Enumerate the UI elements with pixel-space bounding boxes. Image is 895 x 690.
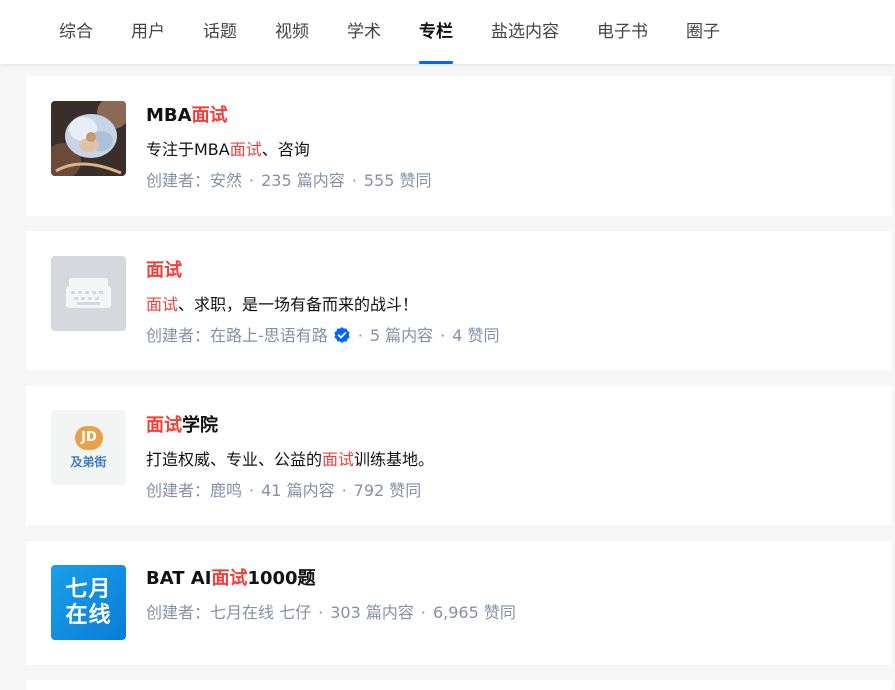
meta-separator: · bbox=[318, 603, 324, 622]
column-meta: 创建者：七月在线 七仔 · 303 篇内容 · 6,965 赞同 bbox=[146, 601, 872, 625]
description-text: 训练基地。 bbox=[354, 450, 435, 469]
column-title[interactable]: 面试学院 bbox=[146, 413, 872, 439]
tab-list: 综合 用户 话题 视频 学术 专栏 盐选内容 电子书 圈子 bbox=[0, 0, 895, 64]
title-text: 1000题 bbox=[247, 568, 316, 589]
like-count: 4 赞同 bbox=[452, 326, 500, 345]
column-title[interactable]: MBA面试 bbox=[146, 103, 872, 129]
article-count: 41 篇内容 bbox=[261, 481, 335, 500]
creator-name[interactable]: 安然 bbox=[210, 171, 242, 190]
tab-3[interactable]: 视频 bbox=[275, 0, 309, 64]
creator-label: 创建者： bbox=[146, 481, 211, 500]
description-text: 、咨询 bbox=[261, 140, 310, 159]
highlight-keyword: 面试 bbox=[146, 260, 182, 281]
qiyue-logo-icon: 七月 在线 bbox=[51, 565, 126, 640]
column-description: 打造权威、专业、公益的面试训练基地。 bbox=[146, 448, 872, 472]
column-card[interactable]: 面试 面试、求职，是一场有备而来的战斗！ 创建者：在路上-思语有路 · 5 篇内容 · 4 … bbox=[26, 231, 892, 370]
column-card[interactable]: JD 及弟街 面试学院 打造权威、专业、公益的面试训练基地。 创建者：鹿鸣 · 41 篇内容… bbox=[26, 386, 892, 525]
column-meta: 创建者：鹿鸣 · 41 篇内容 · 792 赞同 bbox=[146, 479, 872, 503]
highlight-keyword: 面试 bbox=[229, 140, 262, 159]
column-thumbnail[interactable] bbox=[51, 101, 126, 176]
title-text: 学院 bbox=[182, 415, 218, 436]
tab-2[interactable]: 话题 bbox=[203, 0, 237, 64]
column-description: 面试、求职，是一场有备而来的战斗！ bbox=[146, 293, 872, 317]
jidi-logo-icon: JD 及弟街 bbox=[51, 410, 126, 485]
highlight-keyword: 面试 bbox=[146, 415, 182, 436]
column-meta: 创建者：在路上-思语有路 · 5 篇内容 · 4 赞同 bbox=[146, 324, 872, 351]
meta-separator: · bbox=[351, 171, 357, 190]
column-thumbnail[interactable] bbox=[51, 256, 126, 331]
tab-6[interactable]: 盐选内容 bbox=[491, 0, 559, 64]
jidi-logo-mark: JD bbox=[75, 426, 103, 450]
column-info: BAT AI面试1000题创建者：七月在线 七仔 · 303 篇内容 · 6,965 赞… bbox=[146, 566, 872, 625]
column-card-partial[interactable] bbox=[26, 680, 892, 690]
creator-name[interactable]: 七月在线 七仔 bbox=[210, 603, 311, 622]
column-description: 专注于MBA面试、咨询 bbox=[146, 138, 872, 162]
column-info: 面试学院 打造权威、专业、公益的面试训练基地。 创建者：鹿鸣 · 41 篇内容 · 792 … bbox=[146, 413, 872, 503]
column-info: MBA面试 专注于MBA面试、咨询 创建者：安然 · 235 篇内容 · 555 赞同 bbox=[146, 103, 872, 193]
flower-photo-icon bbox=[51, 101, 126, 176]
qiyue-logo-line: 在线 bbox=[65, 602, 112, 628]
description-text: 专注于MBA bbox=[146, 140, 230, 159]
description-text: 、求职，是一场有备而来的战斗！ bbox=[178, 295, 419, 314]
tab-5[interactable]: 专栏 bbox=[419, 0, 453, 64]
like-count: 792 赞同 bbox=[353, 481, 422, 500]
like-count: 6,965 赞同 bbox=[432, 603, 516, 622]
meta-separator: · bbox=[249, 171, 255, 190]
highlight-keyword: 面试 bbox=[211, 568, 248, 589]
column-card[interactable]: 七月 在线 BAT AI面试1000题创建者：七月在线 七仔 · 303 篇内容 · 6,9… bbox=[26, 541, 892, 665]
highlight-keyword: 面试 bbox=[322, 450, 355, 469]
tab-7[interactable]: 电子书 bbox=[597, 0, 648, 64]
search-type-tabs: 综合 用户 话题 视频 学术 专栏 盐选内容 电子书 圈子 bbox=[0, 0, 895, 64]
like-count: 555 赞同 bbox=[363, 171, 432, 190]
jidi-logo-text: 及弟街 bbox=[70, 455, 107, 469]
column-card[interactable]: MBA面试 专注于MBA面试、咨询 创建者：安然 · 235 篇内容 · 555 赞同 bbox=[26, 76, 892, 216]
article-count: 235 篇内容 bbox=[261, 171, 345, 190]
column-info: 面试 面试、求职，是一场有备而来的战斗！ 创建者：在路上-思语有路 · 5 篇内容 · 4 … bbox=[146, 258, 872, 351]
description-text: 打造权威、专业、公益的 bbox=[146, 450, 323, 469]
creator-label: 创建者： bbox=[146, 603, 211, 622]
meta-separator: · bbox=[357, 326, 363, 345]
column-title[interactable]: BAT AI面试1000题 bbox=[146, 566, 872, 592]
meta-separator: · bbox=[440, 326, 446, 345]
meta-separator: · bbox=[420, 603, 426, 622]
column-title[interactable]: 面试 bbox=[146, 258, 872, 284]
qiyue-logo-line: 七月 bbox=[65, 576, 112, 602]
column-thumbnail[interactable]: JD 及弟街 bbox=[51, 410, 126, 485]
creator-label: 创建者： bbox=[146, 326, 211, 345]
creator-name[interactable]: 鹿鸣 bbox=[210, 481, 242, 500]
article-count: 5 篇内容 bbox=[369, 326, 434, 345]
column-thumbnail[interactable]: 七月 在线 bbox=[51, 565, 126, 640]
creator-label: 创建者： bbox=[146, 171, 211, 190]
meta-separator: · bbox=[341, 481, 347, 500]
verified-badge-icon bbox=[333, 326, 351, 351]
tab-8[interactable]: 圈子 bbox=[686, 0, 720, 64]
article-count: 303 篇内容 bbox=[330, 603, 414, 622]
highlight-keyword: 面试 bbox=[146, 295, 179, 314]
tab-4[interactable]: 学术 bbox=[347, 0, 381, 64]
tab-0[interactable]: 综合 bbox=[59, 0, 93, 64]
meta-separator: · bbox=[249, 481, 255, 500]
highlight-keyword: 面试 bbox=[191, 105, 228, 126]
title-text: BAT AI bbox=[146, 568, 212, 589]
creator-name[interactable]: 在路上-思语有路 bbox=[210, 326, 328, 345]
tab-1[interactable]: 用户 bbox=[131, 0, 165, 64]
column-meta: 创建者：安然 · 235 篇内容 · 555 赞同 bbox=[146, 169, 872, 193]
title-text: MBA bbox=[146, 105, 192, 126]
typewriter-icon bbox=[51, 256, 126, 331]
